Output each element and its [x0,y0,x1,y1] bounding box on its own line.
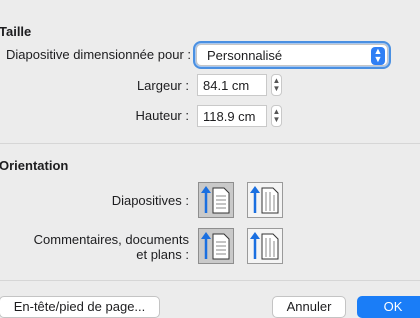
notes-label-line2: et plans : [136,247,189,262]
slides-sized-for-value: Personnalisé [207,48,283,63]
portrait-orientation-icon [201,186,230,214]
slides-sized-for-label: Diapositive dimensionnée pour : [6,47,191,62]
width-label: Largeur : [136,78,189,93]
notes-landscape-button[interactable] [247,228,283,264]
height-label: Hauteur : [135,108,189,123]
stepper-down-icon[interactable]: ▼ [273,84,281,93]
slides-landscape-button[interactable] [247,182,283,218]
width-value: 84.1 cm [203,78,250,93]
ok-button[interactable]: OK [357,296,420,318]
slides-portrait-button[interactable] [198,182,234,218]
height-value: 118.9 cm [203,109,256,124]
header-footer-button[interactable]: En-tête/pied de page... [0,296,160,318]
divider [0,143,420,144]
select-chevrons-icon: ▲ ▼ [371,47,385,65]
stepper-down-icon[interactable]: ▼ [273,115,281,124]
height-field[interactable]: 118.9 cm [197,105,267,127]
notes-orientation-label: Commentaires, documents et plans : [34,232,189,262]
slides-orientation-label: Diapositives : [111,193,189,208]
notes-label-line1: Commentaires, documents [33,232,189,247]
portrait-orientation-icon [201,232,230,260]
width-field[interactable]: 84.1 cm [197,74,267,96]
size-section-title: Taille [0,24,32,39]
notes-portrait-button[interactable] [198,228,234,264]
orientation-section-title: Orientation [0,158,69,173]
cancel-button[interactable]: Annuler [272,296,346,318]
landscape-orientation-icon [250,186,279,214]
slides-sized-for-select[interactable]: Personnalisé ▲ ▼ [196,44,388,66]
landscape-orientation-icon [250,232,279,260]
divider [0,280,420,281]
width-stepper[interactable]: ▲ ▼ [271,74,282,96]
height-stepper[interactable]: ▲ ▼ [271,105,282,127]
